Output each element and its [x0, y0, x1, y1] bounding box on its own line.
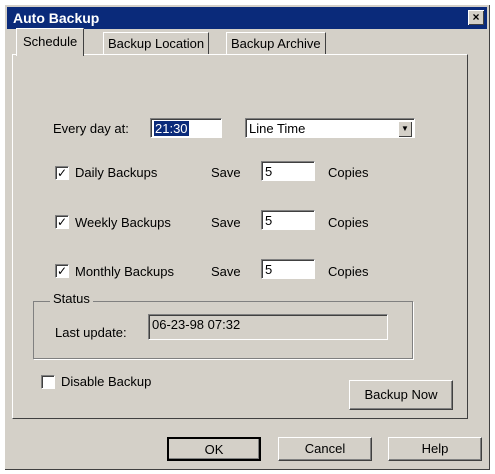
monthly-copies-value: 5: [265, 262, 273, 277]
help-button[interactable]: Help: [388, 437, 482, 461]
weekly-save-label: Save: [211, 215, 241, 230]
time-mode-value: Line Time: [249, 121, 306, 136]
daily-copies-input[interactable]: 5: [261, 161, 315, 181]
monthly-copies-label: Copies: [328, 264, 369, 279]
monthly-backups-checkbox[interactable]: ✓: [55, 264, 69, 278]
weekly-backups-label: Weekly Backups: [75, 215, 171, 230]
time-value: 21:30: [154, 121, 189, 136]
window-title: Auto Backup: [13, 10, 100, 26]
tab-schedule-label: Schedule: [23, 34, 78, 49]
ok-button[interactable]: OK: [167, 437, 261, 461]
close-icon: ×: [472, 10, 480, 24]
chevron-down-icon[interactable]: ▼: [398, 121, 412, 137]
every-day-label: Every day at:: [53, 121, 129, 136]
tab-backup-archive-label: Backup Archive: [231, 36, 321, 51]
last-update-label: Last update:: [55, 325, 127, 340]
time-mode-select[interactable]: Line Time ▼: [245, 118, 415, 138]
disable-backup-label: Disable Backup: [61, 374, 152, 389]
backup-now-button[interactable]: Backup Now: [349, 380, 453, 410]
weekly-copies-value: 5: [265, 213, 273, 228]
last-update-value: 06-23-98 07:32: [152, 317, 241, 332]
monthly-backups-label: Monthly Backups: [75, 264, 174, 279]
weekly-backups-checkbox[interactable]: ✓: [55, 215, 69, 229]
daily-copies-value: 5: [265, 164, 273, 179]
check-icon: ✓: [56, 264, 68, 278]
tab-backup-archive[interactable]: Backup Archive: [226, 32, 326, 55]
help-label: Help: [421, 441, 449, 456]
title-bar[interactable]: Auto Backup ×: [7, 7, 487, 29]
daily-copies-label: Copies: [328, 165, 369, 180]
close-button[interactable]: ×: [468, 10, 484, 25]
tab-schedule[interactable]: Schedule: [16, 28, 85, 56]
ok-label: OK: [204, 442, 224, 457]
weekly-copies-input[interactable]: 5: [261, 210, 315, 230]
daily-backups-checkbox[interactable]: ✓: [55, 166, 69, 180]
daily-backups-label: Daily Backups: [75, 165, 158, 180]
schedule-tab-panel: Every day at: 21:30 Line Time ▼ ✓ Daily …: [12, 54, 468, 419]
monthly-save-label: Save: [211, 264, 241, 279]
time-input[interactable]: 21:30: [150, 118, 222, 138]
auto-backup-window: Auto Backup × Schedule Backup Location B…: [4, 4, 490, 470]
cancel-label: Cancel: [304, 441, 346, 456]
last-update-field: 06-23-98 07:32: [148, 314, 388, 340]
check-icon: ✓: [56, 166, 68, 180]
check-icon: ✓: [56, 215, 68, 229]
backup-now-label: Backup Now: [364, 387, 438, 402]
status-title: Status: [50, 291, 93, 306]
weekly-copies-label: Copies: [328, 215, 369, 230]
tab-backup-location-label: Backup Location: [108, 36, 205, 51]
daily-save-label: Save: [211, 165, 241, 180]
cancel-button[interactable]: Cancel: [278, 437, 372, 461]
disable-backup-checkbox[interactable]: [41, 375, 55, 389]
tab-backup-location[interactable]: Backup Location: [103, 32, 210, 55]
monthly-copies-input[interactable]: 5: [261, 259, 315, 279]
